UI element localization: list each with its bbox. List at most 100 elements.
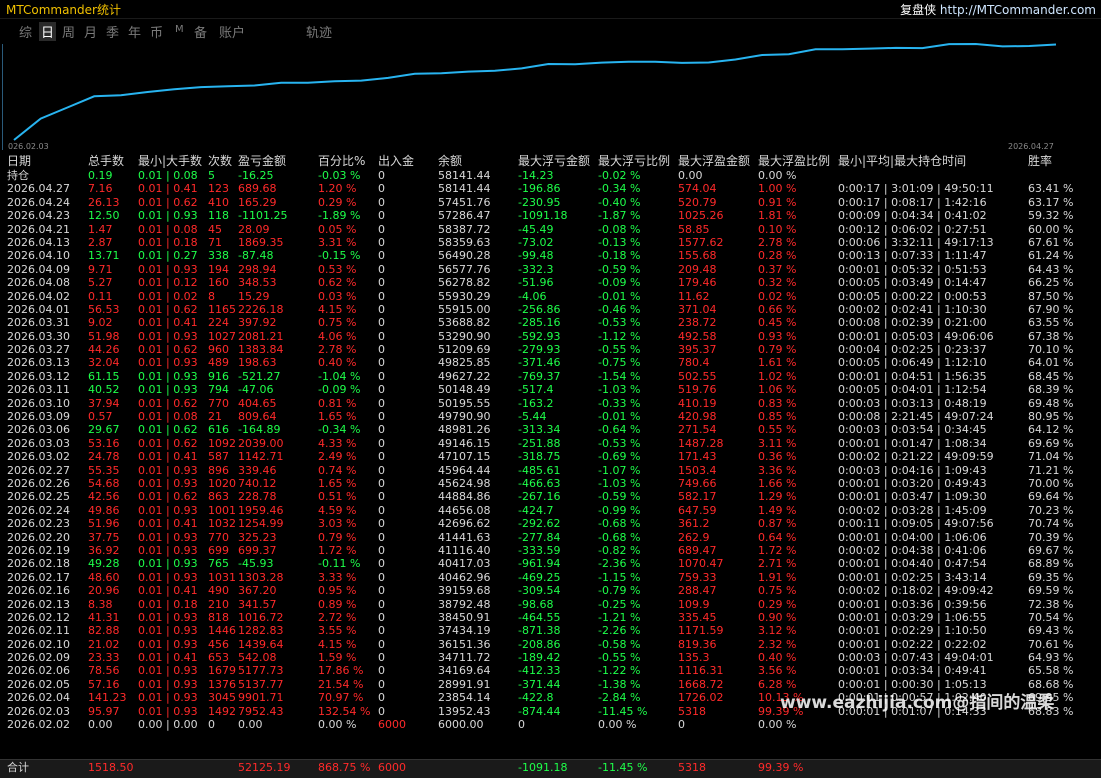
table-row[interactable]: 2026.04.21 1.47 0.01 | 0.08 45 28.09 0.05 % 0 5… [0, 223, 1101, 236]
cell-min-max-lots: 0.01 | 0.93 [138, 543, 198, 557]
table-row[interactable]: 2026.02.06 78.56 0.01 | 0.93 1679 5177.73 17.… [0, 664, 1101, 677]
cell-pct: -0.11 % [318, 557, 361, 571]
cell-max-float-loss-pct: -0.69 % [598, 450, 641, 464]
cell-max-float-loss: -73.02 [518, 235, 554, 249]
table-row[interactable]: 2026.02.19 36.92 0.01 | 0.93 699 699.37 1.72 … [0, 544, 1101, 557]
cell-balance: 56278.82 [438, 276, 491, 290]
table-row[interactable]: 2026.02.10 21.02 0.01 | 0.93 456 1439.64 4.15… [0, 638, 1101, 651]
cell-count: 210 [208, 597, 229, 611]
cell-max-float-profit: 1726.02 [678, 691, 724, 705]
table-row[interactable]: 2026.02.26 54.68 0.01 | 0.93 1020 740.12 1.65… [0, 477, 1101, 490]
summary-cells[interactable]: 合计 1518.50 52125.19 868.75 % 6000 -1091.18 -11… [0, 760, 1101, 776]
cell-max-float-profit: 492.58 [678, 329, 717, 343]
cell-min-max-lots: 0.01 | 0.93 [138, 209, 198, 223]
cell-count: 960 [208, 343, 229, 357]
cell-pct: -0.09 % [318, 383, 361, 397]
table-row[interactable]: 2026.04.24 26.13 0.01 | 0.62 410 165.29 0.29 … [0, 196, 1101, 209]
table-row[interactable]: 2026.02.16 20.96 0.01 | 0.41 490 367.20 0.95 … [0, 584, 1101, 597]
cell-pnl: 689.68 [238, 182, 277, 196]
holding-row[interactable]: 持仓 0.19 0.01 | 0.08 5 -16.25 -0.03 % 0 58141.44… [0, 169, 1101, 182]
table-row[interactable]: 2026.03.11 40.52 0.01 | 0.93 794 -47.06 -0.09… [0, 383, 1101, 396]
cell-max-float-profit-pct: 1.81 % [758, 209, 797, 223]
cell-win-rate: 64.43 % [1028, 262, 1074, 276]
table-row[interactable]: 2026.03.31 9.02 0.01 | 0.41 224 397.92 0.75 %… [0, 316, 1101, 329]
cell-balance: 48981.26 [438, 423, 491, 437]
table-row[interactable]: 2026.02.18 49.28 0.01 | 0.93 765 -45.93 -0.11… [0, 557, 1101, 570]
tab-week[interactable]: 周 [62, 22, 75, 41]
cell-max-float-loss: -163.2 [518, 396, 554, 410]
cell-hold-time: 0:00:01 | 0:03:29 | 1:06:55 [838, 610, 987, 624]
cell-hold-time: 0:00:03 | 0:03:13 | 0:48:19 [838, 396, 987, 410]
cell-lots: 29.67 [88, 423, 120, 437]
table-row[interactable]: 2026.04.23 12.50 0.01 | 0.93 118 -1101.25 -1.… [0, 209, 1101, 222]
table-row[interactable]: 2026.02.09 23.33 0.01 | 0.41 653 542.08 1.59 … [0, 651, 1101, 664]
cell-pnl: -87.48 [238, 249, 274, 263]
tab-currency[interactable]: 币 [150, 22, 163, 41]
tab-note[interactable]: 备 [194, 22, 207, 41]
table-header: 日期 总手数 最小|大手数 次数 盈亏金额 百分比% 出入金 余额 最大浮亏金额 最大浮亏比例 最大… [0, 154, 1101, 169]
table-row[interactable]: 2026.04.09 9.71 0.01 | 0.93 194 298.94 0.53 %… [0, 263, 1101, 276]
table-row[interactable]: 2026.04.13 2.87 0.01 | 0.18 71 1869.35 3.31 %… [0, 236, 1101, 249]
table-row[interactable]: 2026.02.17 48.60 0.01 | 0.93 1031 1303.28 3.3… [0, 571, 1101, 584]
cell-max-float-loss-pct: -1.54 % [598, 369, 641, 383]
table-row[interactable]: 2026.03.03 53.16 0.01 | 0.62 1092 2039.00 4.3… [0, 437, 1101, 450]
tab-trajectory[interactable]: 轨迹 [306, 22, 332, 41]
tab-account[interactable]: 账户 [219, 22, 245, 41]
cell-max-float-profit-pct: 0.75 % [758, 584, 797, 598]
table-row[interactable]: 2026.02.11 82.88 0.01 | 0.93 1446 1282.83 3.5… [0, 624, 1101, 637]
table-row[interactable]: 2026.02.20 37.75 0.01 | 0.93 770 325.23 0.79 … [0, 531, 1101, 544]
table-row[interactable]: 2026.03.02 24.78 0.01 | 0.41 587 1142.71 2.49… [0, 450, 1101, 463]
table-row[interactable]: 2026.02.13 8.38 0.01 | 0.18 210 341.57 0.89 %… [0, 598, 1101, 611]
table-row[interactable]: 2026.03.13 32.04 0.01 | 0.93 489 198.63 0.40 … [0, 356, 1101, 369]
brand-link[interactable]: 复盘侠 http://MTCommander.com [900, 1, 1096, 18]
table-row[interactable]: 2026.03.10 37.94 0.01 | 0.62 770 404.65 0.81 … [0, 397, 1101, 410]
cell-date: 2026.02.09 [7, 651, 70, 665]
table-row[interactable]: 2026.04.02 0.11 0.01 | 0.02 8 15.29 0.03 % 0 55… [0, 290, 1101, 303]
table-row[interactable]: 2026.04.27 7.16 0.01 | 0.41 123 689.68 1.20 %… [0, 182, 1101, 195]
tab-month[interactable]: 月 [84, 22, 97, 41]
cell-balance: 56490.28 [438, 249, 491, 263]
title-bar: MTCommander统计 复盘侠 http://MTCommander.com [0, 0, 1101, 19]
table-row[interactable]: 2026.02.27 55.35 0.01 | 0.93 896 339.46 0.74 … [0, 464, 1101, 477]
brand-url[interactable]: http://MTCommander.com [940, 3, 1096, 17]
cell-deposit: 0 [378, 651, 385, 665]
cell-max-float-loss: -277.84 [518, 530, 561, 544]
table-row[interactable]: 2026.02.24 49.86 0.01 | 0.93 1001 1959.46 4.5… [0, 504, 1101, 517]
cell-max-float-loss: -14.23 [518, 169, 554, 182]
table-row[interactable]: 2026.02.12 41.31 0.01 | 0.93 818 1016.72 2.72… [0, 611, 1101, 624]
cell-balance: 49825.85 [438, 356, 491, 370]
table-row[interactable]: 2026.03.27 44.26 0.01 | 0.62 960 1383.84 2.78… [0, 343, 1101, 356]
table-row[interactable]: 2026.02.23 51.96 0.01 | 0.41 1032 1254.99 3.0… [0, 517, 1101, 530]
cell-max-float-profit-pct: 1.66 % [758, 476, 797, 490]
cell-hold-time: 0:00:05 | 0:04:01 | 1:12:54 [838, 383, 987, 397]
tab-quarter[interactable]: 季 [106, 22, 119, 41]
cell-max-float-profit-pct: 1.49 % [758, 503, 797, 517]
cell-lots: 32.04 [88, 356, 120, 370]
cell-pct: 0.62 % [318, 276, 357, 290]
tab-summary[interactable]: 综 [19, 22, 32, 41]
tab-year[interactable]: 年 [128, 22, 141, 41]
cell-date: 2026.03.10 [7, 396, 70, 410]
cell-win-rate: 65.58 % [1028, 664, 1074, 678]
table-row[interactable]: 2026.04.08 5.27 0.01 | 0.12 160 348.53 0.62 %… [0, 276, 1101, 289]
table-row[interactable]: 2026.03.06 29.67 0.01 | 0.62 616 -164.89 -0.3… [0, 423, 1101, 436]
cell-min-max-lots: 0.01 | 0.93 [138, 664, 198, 678]
table-row[interactable]: 2026.04.10 13.71 0.01 | 0.27 338 -87.48 -0.15… [0, 249, 1101, 262]
cell-max-float-profit-pct: 0.45 % [758, 316, 797, 330]
table-row[interactable]: 2026.03.12 61.15 0.01 | 0.93 916 -521.27 -1.0… [0, 370, 1101, 383]
tab-magic[interactable]: M [175, 24, 184, 35]
table-row[interactable]: 2026.03.30 51.98 0.01 | 0.93 1027 2081.21 4.0… [0, 330, 1101, 343]
table-row[interactable]: 2026.02.02 0.00 0.00 | 0.00 0 0.00 0.00 % 6000… [0, 718, 1101, 731]
cell-count: 71 [208, 235, 222, 249]
cell-max-float-profit-pct: 2.78 % [758, 235, 797, 249]
table-row[interactable]: 2026.04.01 56.53 0.01 | 0.62 1165 2226.18 4.1… [0, 303, 1101, 316]
tab-day[interactable]: 日 [39, 22, 57, 41]
cell-hold-time: 0:00:08 | 0:02:39 | 0:21:00 [838, 316, 987, 330]
cell-max-float-loss: -251.88 [518, 436, 561, 450]
chart-start-date: 026.02.03 [8, 142, 49, 151]
table-row[interactable]: 2026.03.09 0.57 0.01 | 0.08 21 809.64 1.65 % 0… [0, 410, 1101, 423]
cell-count: 896 [208, 463, 229, 477]
cell-max-float-loss-pct: -2.36 % [598, 557, 641, 571]
table-row[interactable]: 2026.02.25 42.56 0.01 | 0.62 863 228.78 0.51 … [0, 490, 1101, 503]
cell-max-float-profit-pct: 0.55 % [758, 423, 797, 437]
